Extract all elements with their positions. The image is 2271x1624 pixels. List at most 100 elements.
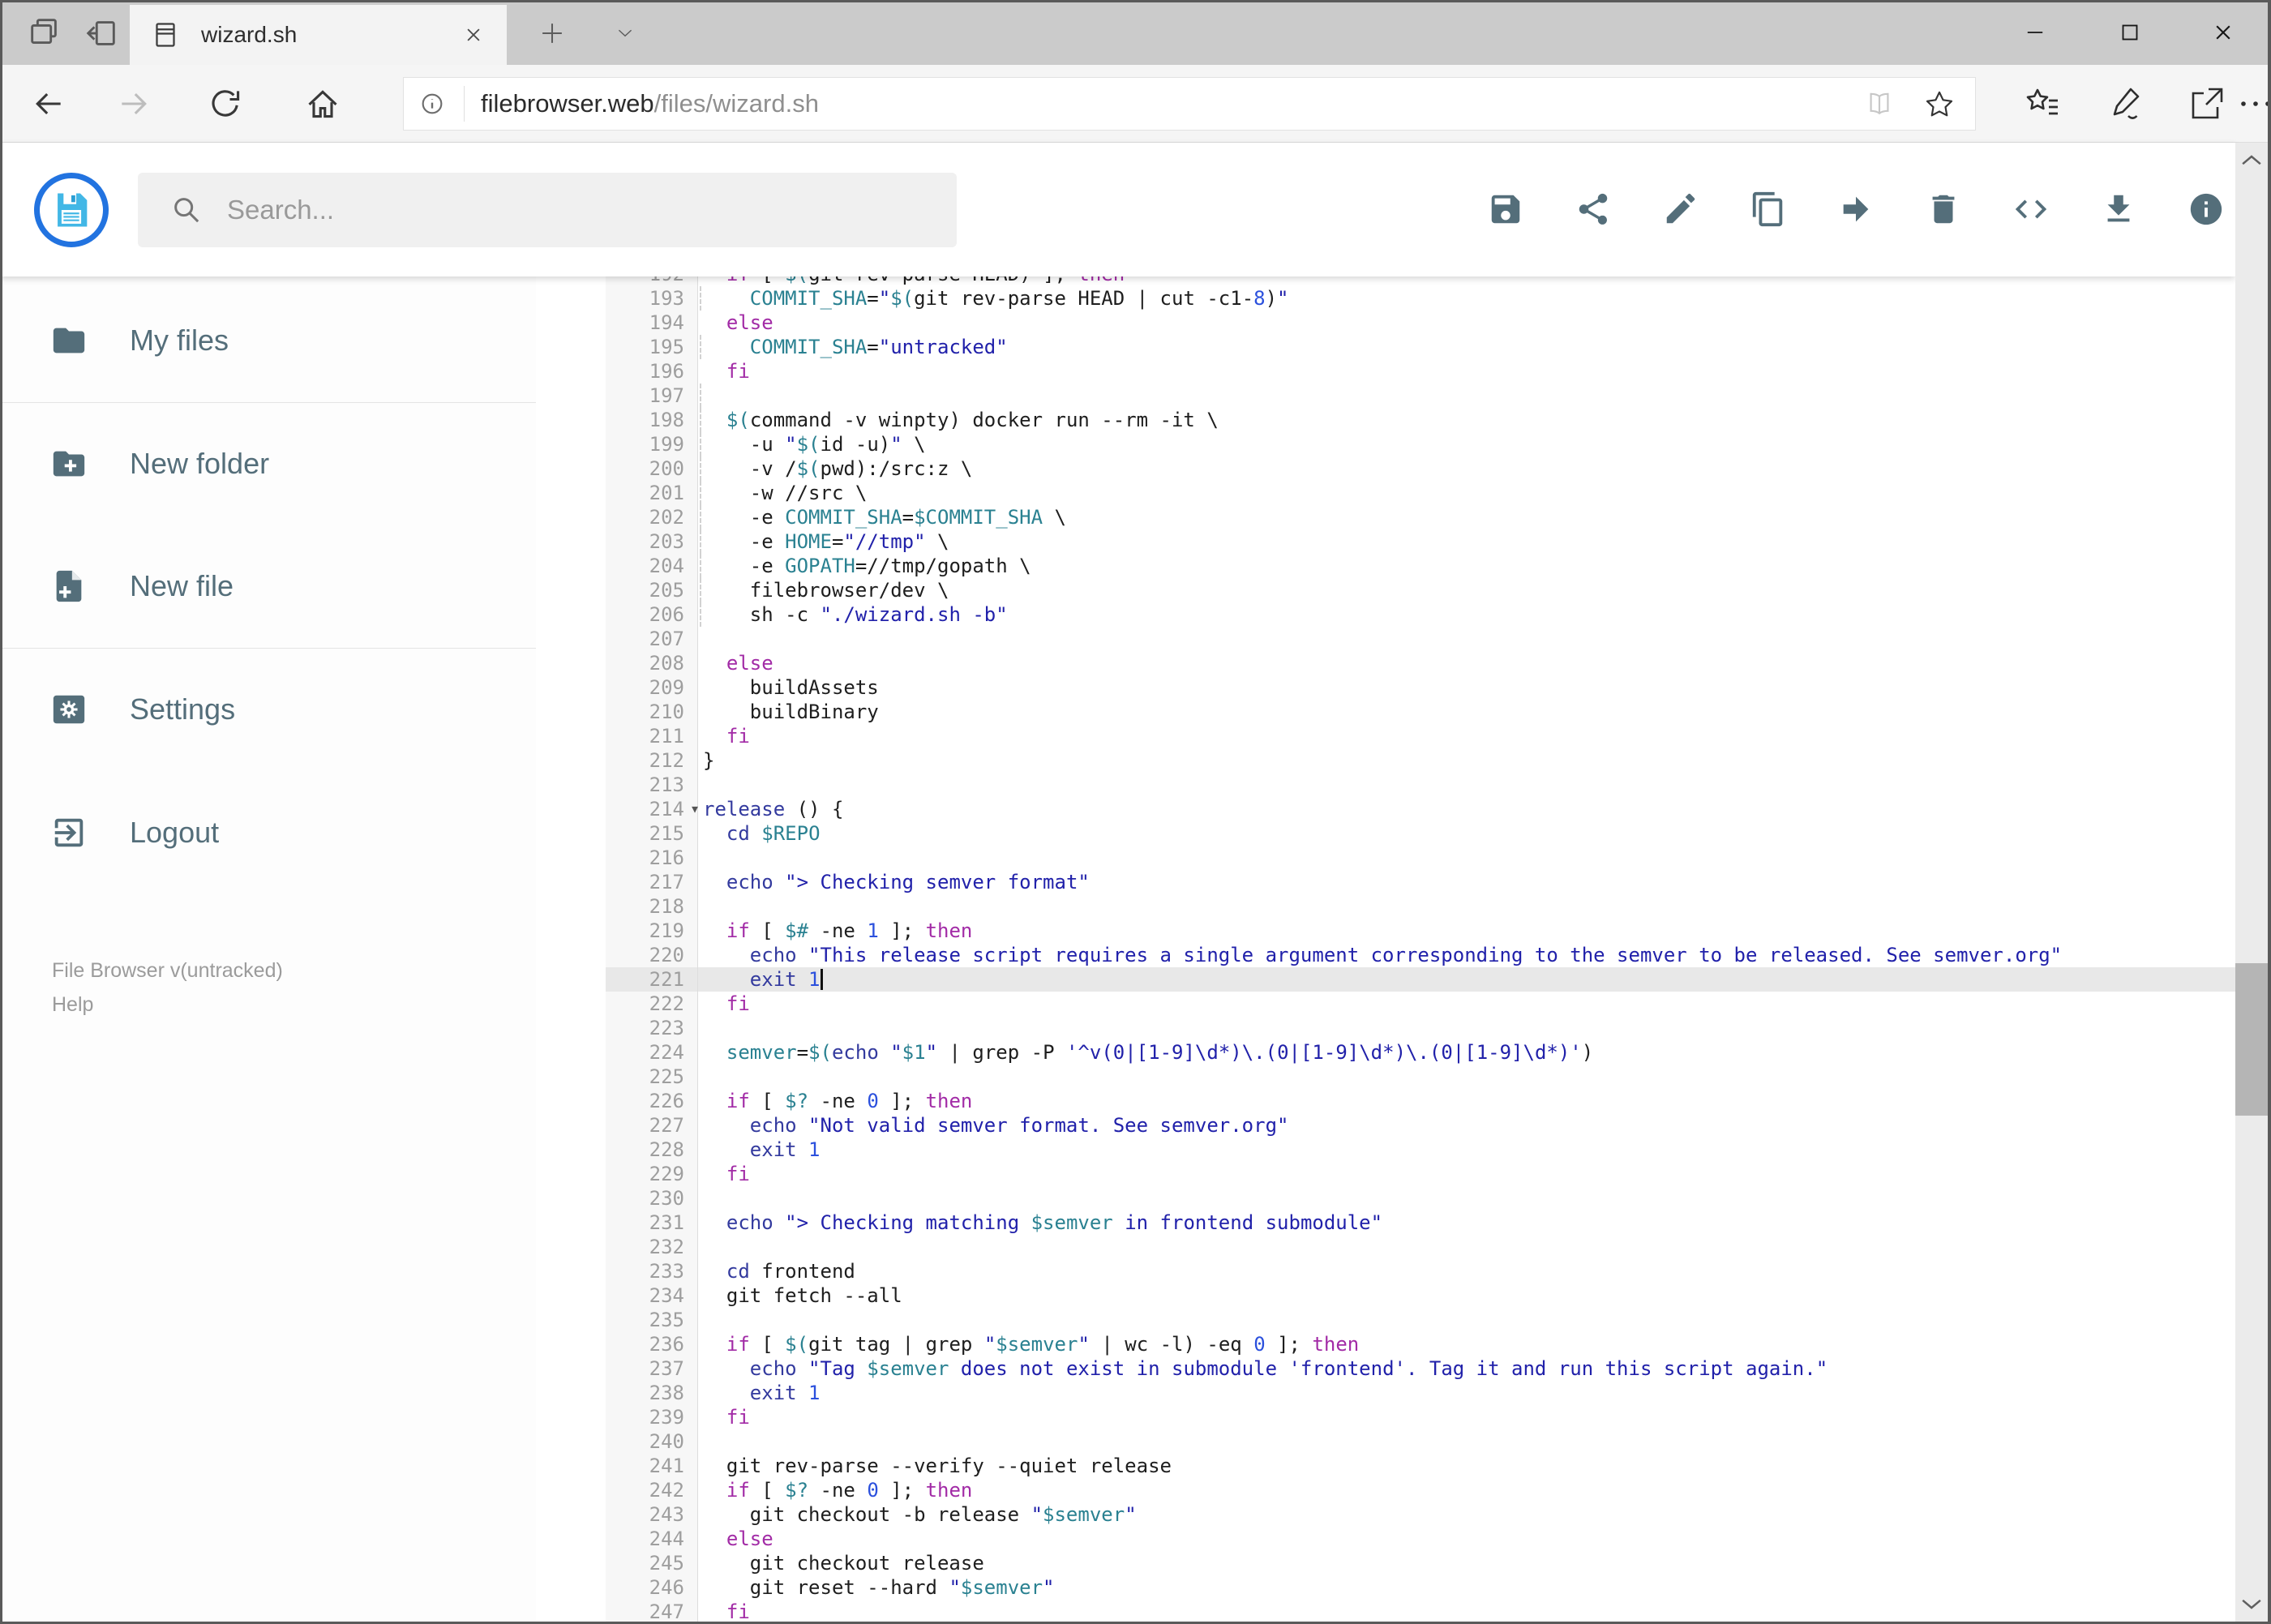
new-tab-button[interactable] [537,18,579,50]
code-line-224[interactable]: semver=$(echo "$1" | grep -P '^v(0|[1-9]… [698,1040,2235,1065]
code-line-216[interactable] [698,846,2235,870]
code-line-213[interactable] [698,773,2235,797]
code-line-241[interactable]: git rev-parse --verify --quiet release [698,1454,2235,1478]
code-line-208[interactable]: else [698,651,2235,675]
code-line-204[interactable]: -e GOPATH=//tmp/gopath \ [698,554,2235,578]
search-bar[interactable] [138,173,957,247]
code-line-218[interactable] [698,894,2235,919]
copy-button[interactable] [1750,191,1787,228]
code-line-233[interactable]: cd frontend [698,1259,2235,1283]
code-line-207[interactable] [698,627,2235,651]
code-line-223[interactable] [698,1016,2235,1040]
sidebar-item-new-folder[interactable]: New folder [0,427,536,500]
code-line-225[interactable] [698,1065,2235,1089]
code-line-217[interactable]: echo "> Checking semver format" [698,870,2235,894]
scroll-up-icon[interactable] [2235,144,2268,177]
code-line-214[interactable]: release () { [698,797,2235,821]
code-line-239[interactable]: fi [698,1405,2235,1429]
search-input[interactable] [227,195,949,225]
code-line-247[interactable]: fi [698,1600,2235,1624]
code-line-232[interactable] [698,1235,2235,1259]
code-line-194[interactable]: else [698,311,2235,335]
code-line-222[interactable]: fi [698,992,2235,1016]
tab-list-button[interactable] [610,23,645,47]
share-page-icon[interactable] [2187,84,2226,123]
raw-editor-button[interactable] [2012,191,2050,228]
window-close-button[interactable] [2185,11,2261,54]
rename-button[interactable] [1662,191,1699,228]
code-line-195[interactable]: COMMIT_SHA="untracked" [698,335,2235,359]
reading-view-icon[interactable] [1863,88,1896,120]
sidebar-item-logout[interactable]: Logout [0,796,536,869]
code-line-201[interactable]: -w //src \ [698,481,2235,505]
set-tabs-aside-icon[interactable] [83,15,120,52]
save-button[interactable] [1487,191,1524,228]
code-line-246[interactable]: git reset --hard "$semver" [698,1575,2235,1600]
tab-preview-icon[interactable] [26,15,63,52]
sidebar-item-new-file[interactable]: New file [0,550,536,623]
minimize-button[interactable] [1997,11,2073,54]
code-line-203[interactable]: -e HOME="//tmp" \ [698,529,2235,554]
scroll-down-icon[interactable] [2235,1588,2268,1620]
code-line-215[interactable]: cd $REPO [698,821,2235,846]
code-line-210[interactable]: buildBinary [698,700,2235,724]
page-scrollbar[interactable] [2235,143,2268,1622]
delete-button[interactable] [1925,191,1962,228]
url-text[interactable]: filebrowser.web/files/wizard.sh [481,89,819,118]
code-line-245[interactable]: git checkout release [698,1551,2235,1575]
download-button[interactable] [2100,191,2137,228]
code-line-226[interactable]: if [ $? -ne 0 ]; then [698,1089,2235,1113]
code-line-199[interactable]: -u "$(id -u)" \ [698,432,2235,456]
favorites-hub-icon[interactable] [2024,84,2063,123]
code-line-212[interactable]: } [698,748,2235,773]
code-line-197[interactable] [698,384,2235,408]
code-line-227[interactable]: echo "Not valid semver format. See semve… [698,1113,2235,1138]
code-line-220[interactable]: echo "This release script requires a sin… [698,943,2235,967]
code-line-198[interactable]: $(command -v winpty) docker run --rm -it… [698,408,2235,432]
forward-button[interactable] [116,86,152,122]
code-line-240[interactable] [698,1429,2235,1454]
back-button[interactable] [31,86,66,122]
code-area[interactable]: if [ $(git rev-parse HEAD) ]; then COMMI… [698,276,2235,1624]
web-note-icon[interactable] [2106,84,2145,123]
code-line-235[interactable] [698,1308,2235,1332]
sidebar-item-my-files[interactable]: My files [0,304,536,377]
code-line-234[interactable]: git fetch --all [698,1283,2235,1308]
help-link[interactable]: Help [52,988,536,1022]
code-line-231[interactable]: echo "> Checking matching $semver in fro… [698,1211,2235,1235]
code-line-206[interactable]: sh -c "./wizard.sh -b" [698,602,2235,627]
code-line-237[interactable]: echo "Tag $semver does not exist in subm… [698,1356,2235,1381]
scrollbar-thumb[interactable] [2235,963,2268,1116]
code-line-236[interactable]: if [ $(git tag | grep "$semver" | wc -l)… [698,1332,2235,1356]
home-button[interactable] [305,86,341,122]
code-line-228[interactable]: exit 1 [698,1138,2235,1162]
address-bar[interactable]: filebrowser.web/files/wizard.sh [403,77,1976,131]
sidebar-item-settings[interactable]: Settings [0,673,536,746]
browser-tab[interactable]: wizard.sh [130,5,507,65]
tab-close-icon[interactable] [461,23,486,47]
maximize-button[interactable] [2092,11,2168,54]
code-line-219[interactable]: if [ $# -ne 1 ]; then [698,919,2235,943]
code-line-229[interactable]: fi [698,1162,2235,1186]
code-editor[interactable]: 1921931941951961971981992002012022032042… [536,276,2235,1624]
code-line-238[interactable]: exit 1 [698,1381,2235,1405]
add-favorite-icon[interactable] [1923,88,1956,120]
code-line-221[interactable]: exit 1 [698,967,2235,992]
code-line-200[interactable]: -v /$(pwd):/src:z \ [698,456,2235,481]
refresh-button[interactable] [208,86,243,122]
code-line-243[interactable]: git checkout -b release "$semver" [698,1502,2235,1527]
code-line-242[interactable]: if [ $? -ne 0 ]; then [698,1478,2235,1502]
code-line-230[interactable] [698,1186,2235,1211]
code-line-196[interactable]: fi [698,359,2235,384]
code-line-205[interactable]: filebrowser/dev \ [698,578,2235,602]
code-line-244[interactable]: else [698,1527,2235,1551]
code-line-211[interactable]: fi [698,724,2235,748]
code-line-202[interactable]: -e COMMIT_SHA=$COMMIT_SHA \ [698,505,2235,529]
share-button[interactable] [1575,191,1612,228]
code-line-192[interactable]: if [ $(git rev-parse HEAD) ]; then [698,276,2235,286]
code-line-209[interactable]: buildAssets [698,675,2235,700]
more-menu-icon[interactable] [2236,84,2271,123]
code-line-193[interactable]: COMMIT_SHA="$(git rev-parse HEAD | cut -… [698,286,2235,311]
move-button[interactable] [1837,191,1875,228]
info-button[interactable] [2187,191,2225,228]
